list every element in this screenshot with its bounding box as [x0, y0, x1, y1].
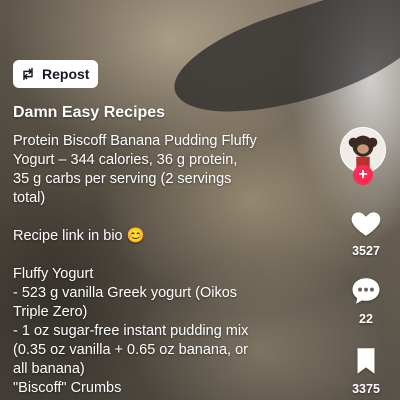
caption-line: all banana): [13, 361, 85, 377]
save-button[interactable]: 3375: [332, 344, 400, 396]
like-count: 3527: [352, 244, 380, 258]
caption-line: Yogurt – 344 calories, 36 g protein,: [13, 152, 238, 168]
heart-icon: [351, 212, 381, 236]
caption-line: "Biscoff" Crumbs: [13, 380, 122, 396]
repost-icon: [23, 67, 33, 81]
caption-line: Fluffy Yogurt: [13, 266, 94, 282]
caption-line: (0.35 oz vanilla + 0.65 oz banana, or: [13, 342, 248, 358]
caption-line: - 1 oz sugar-free instant pudding mix: [13, 323, 249, 339]
like-button[interactable]: 3527: [332, 206, 400, 258]
comment-count: 22: [359, 312, 373, 326]
caption-line: total): [13, 190, 46, 206]
save-count: 3375: [352, 382, 380, 396]
follow-plus-button[interactable]: +: [353, 165, 373, 185]
action-rail: + 3527 22 3375: [332, 0, 400, 400]
caption-line: 35 g carbs per serving (2 servings: [13, 171, 232, 187]
creator-avatar-group[interactable]: +: [340, 127, 386, 185]
caption-line: Recipe link in bio 😊: [13, 228, 145, 244]
author-name[interactable]: Damn Easy Recipes: [13, 104, 298, 122]
repost-badge[interactable]: Repost: [13, 60, 99, 88]
caption-line: - 523 g vanilla Greek yogurt (Oikos: [13, 285, 238, 301]
post-caption[interactable]: Damn Easy Recipes Protein Biscoff Banana…: [13, 104, 298, 398]
bookmark-icon: [357, 348, 375, 374]
caption-line: Protein Biscoff Banana Pudding Fluffy: [13, 133, 257, 149]
caption-line: Triple Zero): [13, 304, 88, 320]
comment-icon: [352, 278, 380, 304]
repost-label: Repost: [42, 66, 90, 82]
comment-button[interactable]: 22: [332, 274, 400, 326]
